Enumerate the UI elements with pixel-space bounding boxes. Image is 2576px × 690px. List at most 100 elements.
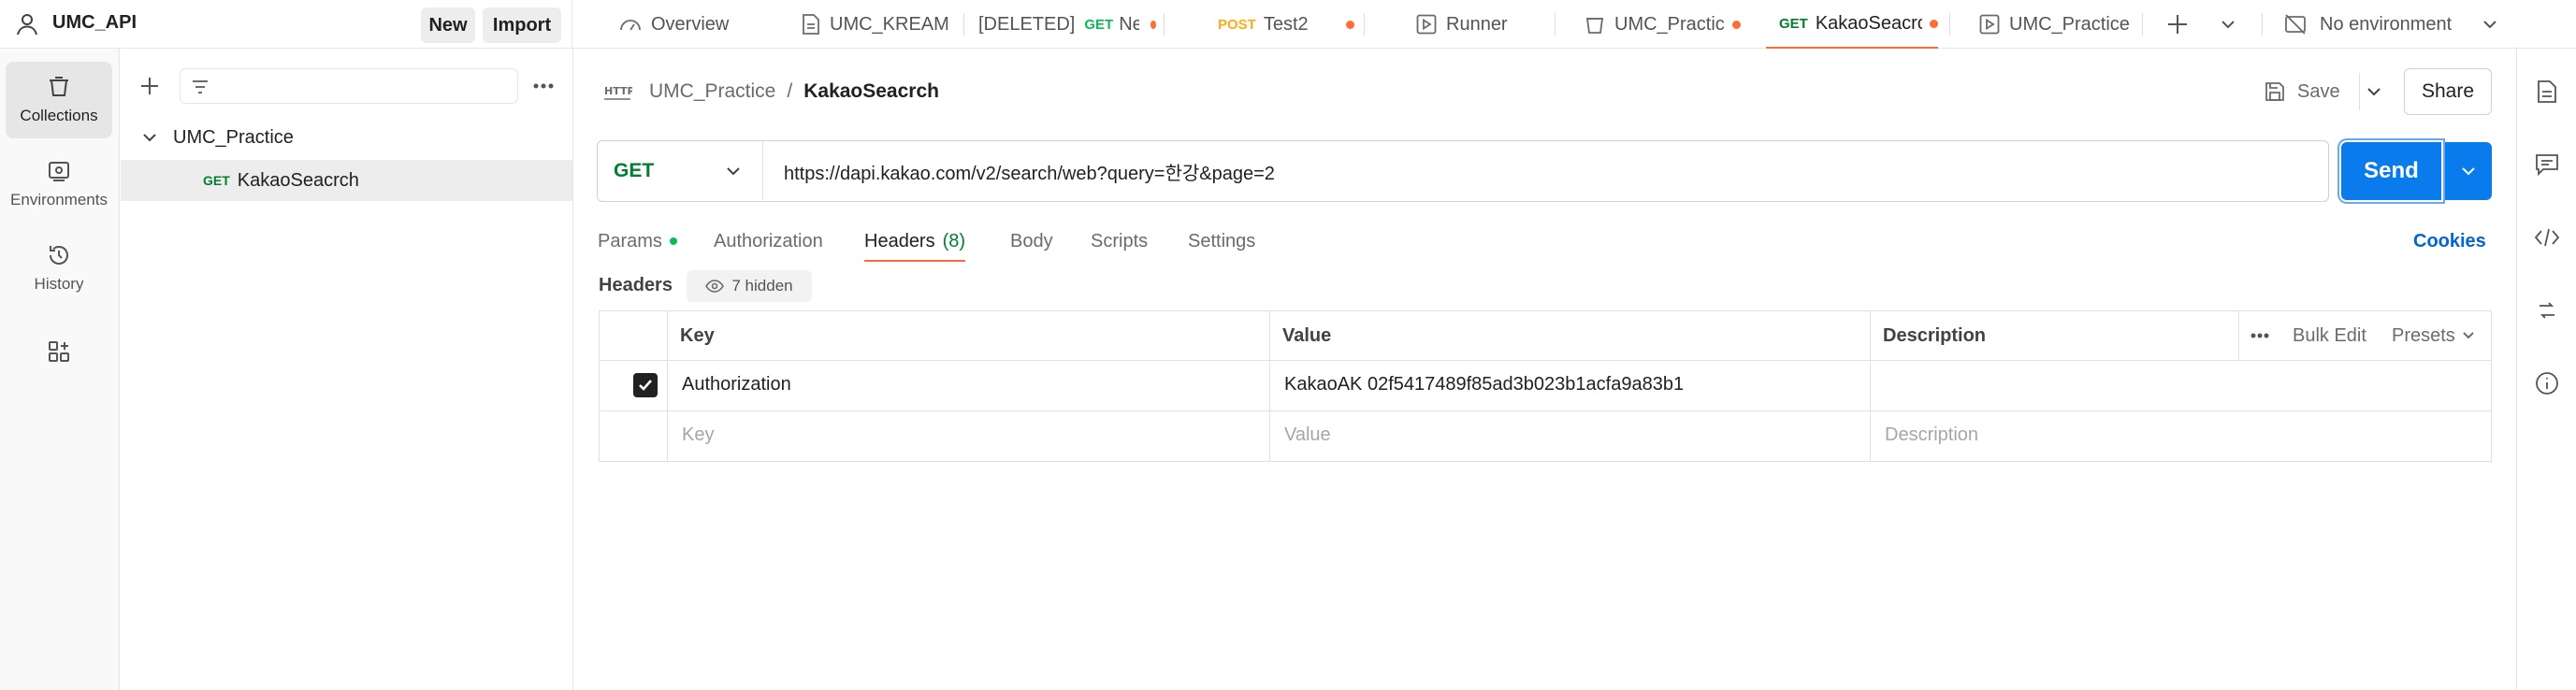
save-button[interactable]: Save	[2264, 73, 2359, 110]
chevron-down-icon	[2461, 328, 2476, 343]
header-key-cell[interactable]: Authorization	[682, 374, 791, 395]
right-context-rail	[2516, 49, 2576, 690]
tab-divider	[1949, 13, 1950, 36]
hidden-headers-toggle[interactable]: 7 hidden	[687, 270, 812, 302]
params-dot	[669, 237, 677, 245]
breadcrumb-request-name[interactable]: KakaoSeacrch	[803, 80, 939, 103]
nav-history[interactable]: History	[6, 230, 112, 307]
workspace-header: UMC_API New Import	[0, 0, 572, 49]
bulk-edit-button[interactable]: Bulk Edit	[2293, 311, 2366, 360]
chevron-down-icon	[2460, 163, 2477, 180]
presets-dropdown[interactable]: Presets	[2392, 311, 2476, 360]
tab-label: Params	[598, 230, 662, 252]
check-icon	[639, 380, 652, 391]
breadcrumb-collection[interactable]: UMC_Practice	[649, 80, 775, 103]
collection-tree-item[interactable]: UMC_Practice	[121, 118, 572, 157]
tab-runner[interactable]: Runner	[1416, 0, 1547, 49]
tab-label: Scripts	[1091, 230, 1149, 252]
unsaved-dot	[1150, 20, 1156, 29]
chevron-down-icon	[2481, 15, 2499, 34]
tab-label: [DELETED]	[978, 13, 1076, 35]
nav-add-apps[interactable]	[6, 323, 112, 380]
nav-collections[interactable]: Collections	[6, 62, 112, 138]
tab-label: Body	[1010, 230, 1053, 252]
tab-deleted-request[interactable]: [DELETED] GET Nev	[978, 0, 1156, 49]
environment-selector[interactable]: No environment	[2284, 0, 2499, 49]
new-value-input[interactable]: Value	[1284, 424, 1331, 446]
add-collection-icon[interactable]	[138, 75, 161, 97]
tab-label: Runner	[1446, 13, 1508, 35]
tab-label: Overview	[651, 13, 730, 35]
tab-label: UMC_Practice	[1614, 13, 1725, 35]
tab-label: Authorization	[714, 230, 823, 252]
tab-umc-practice-collection[interactable]: UMC_Practice	[1585, 0, 1744, 49]
tab-label: Settings	[1188, 230, 1256, 252]
environments-icon	[47, 159, 71, 183]
info-icon[interactable]	[2532, 368, 2562, 398]
comments-icon[interactable]	[2532, 150, 2562, 180]
top-bar: UMC_API New Import Overview UMC_KREAM [D…	[0, 0, 2576, 49]
method-badge: GET	[1084, 16, 1114, 33]
cookies-link[interactable]: Cookies	[2413, 223, 2486, 260]
nav-label: Collections	[20, 107, 98, 124]
tab-kakaoseacrch[interactable]: GET KakaoSeacrch	[1766, 0, 1938, 49]
send-options-button[interactable]	[2445, 142, 2492, 200]
headers-count: (8)	[942, 230, 966, 252]
new-button[interactable]: New	[421, 7, 475, 43]
save-icon	[2264, 80, 2286, 103]
tab-headers[interactable]: Headers (8)	[864, 223, 966, 262]
filter-icon	[190, 77, 210, 97]
col-divider	[2238, 311, 2239, 360]
new-description-input[interactable]: Description	[1885, 424, 1978, 446]
nav-environments[interactable]: Environments	[6, 146, 112, 223]
tab-settings[interactable]: Settings	[1188, 223, 1255, 260]
save-options-chevron[interactable]	[2359, 73, 2387, 110]
tab-divider	[1364, 13, 1365, 36]
workspace-name[interactable]: UMC_API	[52, 12, 137, 34]
tab-divider	[963, 13, 964, 36]
filter-input[interactable]	[180, 68, 518, 104]
url-input[interactable]: https://dapi.kakao.com/v2/search/web?que…	[784, 142, 2318, 200]
code-icon[interactable]	[2532, 223, 2562, 252]
request-tree-item[interactable]: GET KakaoSeacrch	[121, 160, 572, 201]
tab-authorization[interactable]: Authorization	[714, 223, 823, 260]
collection-icon	[1585, 14, 1605, 35]
tab-params[interactable]: Params	[598, 223, 677, 260]
add-tab-icon[interactable]	[2166, 13, 2189, 36]
runner-icon	[1979, 14, 2000, 35]
documentation-icon[interactable]	[2532, 77, 2562, 107]
more-options-icon[interactable]	[2250, 311, 2270, 360]
document-icon	[802, 13, 820, 36]
new-key-input[interactable]: Key	[682, 424, 714, 446]
tab-body[interactable]: Body	[1010, 223, 1053, 260]
tab-overview[interactable]: Overview	[619, 0, 769, 49]
method-badge: GET	[1779, 15, 1808, 32]
env-divider	[2262, 13, 2263, 36]
import-button[interactable]: Import	[483, 7, 561, 43]
send-button[interactable]: Send	[2341, 142, 2441, 200]
header-value-cell[interactable]: KakaoAK 02f5417489f85ad3b023b1acfa9a83b1	[1284, 374, 1684, 395]
unsaved-dot	[1732, 20, 1741, 29]
collections-icon	[47, 75, 71, 99]
tab-scripts[interactable]: Scripts	[1091, 223, 1148, 260]
share-button[interactable]: Share	[2404, 68, 2492, 115]
more-options-icon[interactable]	[531, 75, 556, 97]
method-select[interactable]: GET	[599, 142, 763, 200]
tab-umc-kream[interactable]: UMC_KREAM	[802, 0, 951, 49]
left-nav-rail: Collections Environments History	[0, 49, 120, 690]
environment-label: No environment	[2320, 13, 2453, 35]
nav-label: History	[34, 275, 84, 293]
collection-name: UMC_Practice	[173, 126, 294, 148]
method-badge: GET	[203, 173, 230, 188]
tab-label: Headers	[864, 230, 935, 252]
tab-list-chevron-icon[interactable]	[2219, 15, 2237, 34]
unsaved-dot	[1345, 20, 1354, 29]
request-name: KakaoSeacrch	[237, 169, 359, 191]
method-badge: POST	[1218, 16, 1256, 33]
tab-test2[interactable]: POST Test2	[1218, 0, 1358, 49]
tab-umc-practice-runner[interactable]: UMC_Practice	[1979, 0, 2129, 49]
add-apps-icon	[47, 339, 71, 364]
header-enabled-checkbox[interactable]	[633, 373, 658, 397]
history-icon	[47, 243, 71, 267]
related-collections-icon[interactable]	[2532, 295, 2562, 325]
